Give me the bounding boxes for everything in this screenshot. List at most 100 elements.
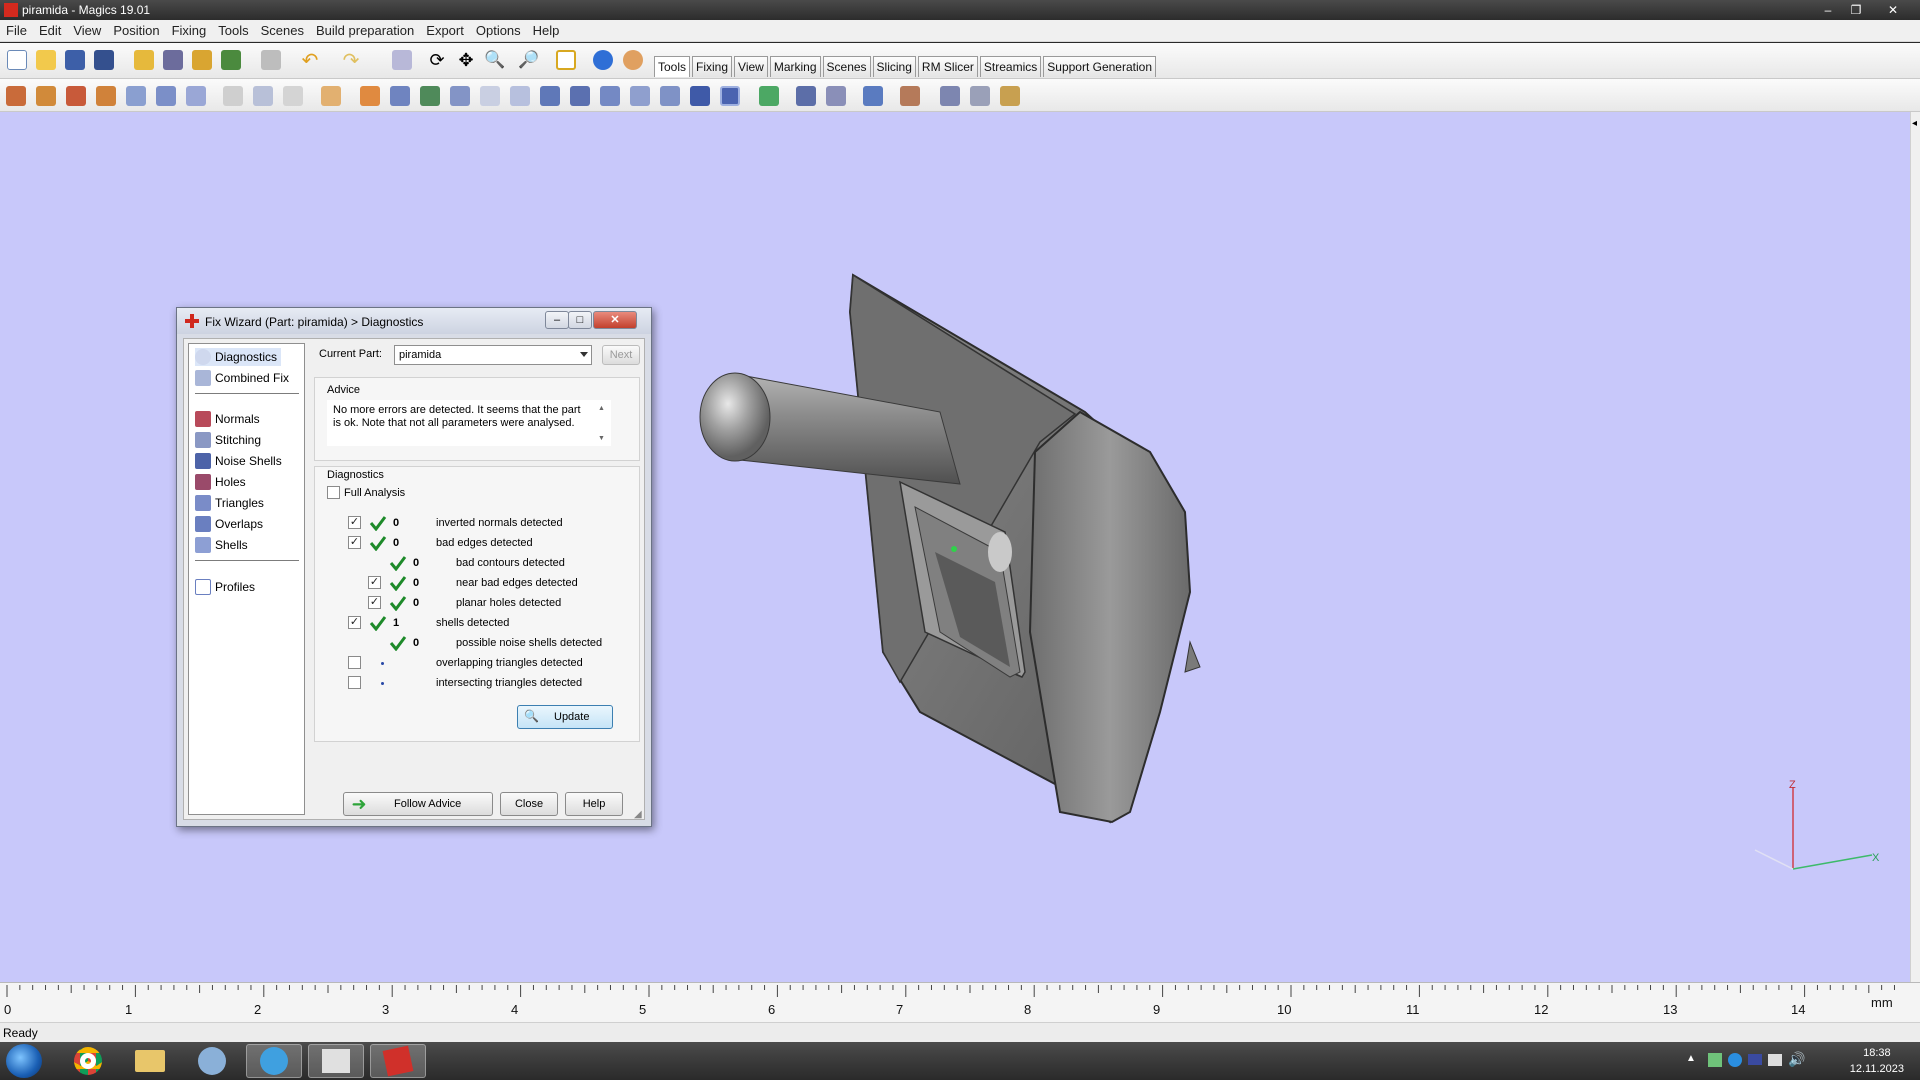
tab-marking[interactable]: Marking (769, 56, 821, 77)
wall-thickness-button[interactable] (717, 83, 743, 109)
tab-view[interactable]: View (734, 56, 768, 77)
section-button[interactable] (687, 83, 713, 109)
full-analysis-checkbox[interactable] (327, 486, 340, 499)
offset-button[interactable] (417, 83, 443, 109)
cylinder-button[interactable] (567, 83, 593, 109)
menu-tools[interactable]: Tools (212, 20, 254, 42)
checklist-button[interactable] (553, 47, 579, 73)
save-button[interactable] (62, 47, 88, 73)
volume-icon[interactable]: 🔊 (1788, 1051, 1805, 1068)
explorer-taskbar-button[interactable] (122, 1044, 178, 1078)
advice-scrollbar[interactable]: ▲ ▼ (595, 402, 609, 444)
inverted-normals-checkbox[interactable]: ✓ (348, 516, 361, 529)
tab-tools[interactable]: Tools (654, 56, 691, 77)
redo-button[interactable]: ↷ (338, 47, 364, 73)
translate-tool-button[interactable] (3, 83, 29, 109)
zoom-fit-button[interactable]: 🔎 (516, 47, 542, 73)
help-button[interactable] (590, 47, 616, 73)
menu-help[interactable]: Help (527, 20, 566, 42)
nesting-button[interactable] (793, 83, 819, 109)
label-button[interactable] (657, 83, 683, 109)
scroll-up-icon[interactable]: ▲ (598, 402, 605, 415)
texture-button[interactable] (967, 83, 993, 109)
resize-grip-icon[interactable]: ◢ (634, 809, 642, 820)
follow-advice-button[interactable]: ➜ Follow Advice (343, 792, 493, 816)
menu-scenes[interactable]: Scenes (255, 20, 310, 42)
merge-button[interactable] (250, 83, 276, 109)
planar-holes-checkbox[interactable]: ✓ (368, 596, 381, 609)
current-part-select[interactable]: piramida (394, 345, 592, 365)
load-part-button[interactable] (131, 47, 157, 73)
save-part-button[interactable] (160, 47, 186, 73)
gear-tool-button[interactable] (937, 83, 963, 109)
undo-button[interactable]: ↶ (297, 47, 323, 73)
split-button[interactable] (280, 83, 306, 109)
help-dialog-button[interactable]: Help (565, 792, 623, 816)
perforate-button[interactable] (627, 83, 653, 109)
menu-edit[interactable]: Edit (33, 20, 67, 42)
restore-button[interactable]: ❐ (1843, 1, 1869, 19)
nav-item-triangles[interactable]: Triangles (195, 494, 264, 512)
hollow-button[interactable] (387, 83, 413, 109)
collision-button[interactable] (823, 83, 849, 109)
collapse-arrow-icon[interactable]: ◂ (1912, 118, 1917, 129)
close-button[interactable]: Close (500, 792, 558, 816)
menu-view[interactable]: View (67, 20, 107, 42)
rotate-free-button[interactable] (93, 83, 119, 109)
tab-support-generation[interactable]: Support Generation (1043, 56, 1157, 77)
extrude-button[interactable] (447, 83, 473, 109)
package-button[interactable] (997, 83, 1023, 109)
network-icon[interactable] (1708, 1053, 1722, 1067)
update-icon[interactable] (1728, 1053, 1742, 1067)
translate-default-button[interactable] (33, 83, 59, 109)
nav-item-shells[interactable]: Shells (195, 536, 248, 554)
open-file-button[interactable] (33, 47, 59, 73)
nav-item-normals[interactable]: Normals (195, 410, 260, 428)
pan-button[interactable]: ✥ (453, 47, 479, 73)
intersecting-triangles-checkbox[interactable] (348, 676, 361, 689)
scroll-down-icon[interactable]: ▼ (598, 432, 605, 445)
overlapping-triangles-checkbox[interactable] (348, 656, 361, 669)
dialog-maximize-button[interactable]: □ (568, 311, 592, 329)
save-as-button[interactable] (91, 47, 117, 73)
chrome-taskbar-button[interactable] (60, 1044, 116, 1078)
language-flag-icon[interactable] (1748, 1054, 1762, 1065)
boolean-button[interactable] (357, 83, 383, 109)
close-window-button[interactable]: ✕ (1880, 1, 1906, 19)
report-button[interactable] (860, 83, 886, 109)
nav-item-profiles[interactable]: Profiles (195, 578, 255, 596)
cut-button[interactable] (220, 83, 246, 109)
menu-export[interactable]: Export (420, 20, 470, 42)
bad-edges-checkbox[interactable]: ✓ (348, 536, 361, 549)
pyramid-button[interactable] (597, 83, 623, 109)
action-center-icon[interactable] (1768, 1054, 1782, 1066)
menu-fixing[interactable]: Fixing (166, 20, 213, 42)
measure-button[interactable] (756, 83, 782, 109)
tab-slicing[interactable]: Slicing (872, 56, 916, 77)
new-file-button[interactable] (4, 47, 30, 73)
shells-checkbox[interactable]: ✓ (348, 616, 361, 629)
next-button[interactable]: Next (602, 345, 640, 365)
menu-build-preparation[interactable]: Build preparation (310, 20, 420, 42)
rescale-button[interactable] (123, 83, 149, 109)
app3-taskbar-button[interactable] (184, 1044, 240, 1078)
nav-item-holes[interactable]: Holes (195, 473, 246, 491)
start-button[interactable] (6, 1044, 42, 1078)
nav-item-overlaps[interactable]: Overlaps (195, 515, 263, 533)
rotate-view-button[interactable]: ⟳ (424, 47, 450, 73)
app4-taskbar-button[interactable] (246, 1044, 302, 1078)
nav-item-diagnostics[interactable]: Diagnostics (195, 348, 282, 366)
magics-taskbar-button[interactable] (370, 1044, 426, 1078)
hand-button[interactable] (318, 83, 344, 109)
menu-file[interactable]: File (0, 20, 33, 42)
nav-item-combined-fix[interactable]: Combined Fix (195, 369, 289, 387)
tab-rm-slicer[interactable]: RM Slicer (917, 56, 978, 77)
tab-scenes[interactable]: Scenes (822, 56, 871, 77)
dialog-title-bar[interactable]: Fix Wizard (Part: piramida) > Diagnostic… (177, 308, 651, 334)
nav-item-stitching[interactable]: Stitching (195, 431, 261, 449)
shell-tool-button[interactable] (507, 83, 533, 109)
show-hidden-icons[interactable]: ▲ (1686, 1053, 1696, 1064)
menu-position[interactable]: Position (107, 20, 165, 42)
duplicate-button[interactable] (183, 83, 209, 109)
smooth-button[interactable] (477, 83, 503, 109)
